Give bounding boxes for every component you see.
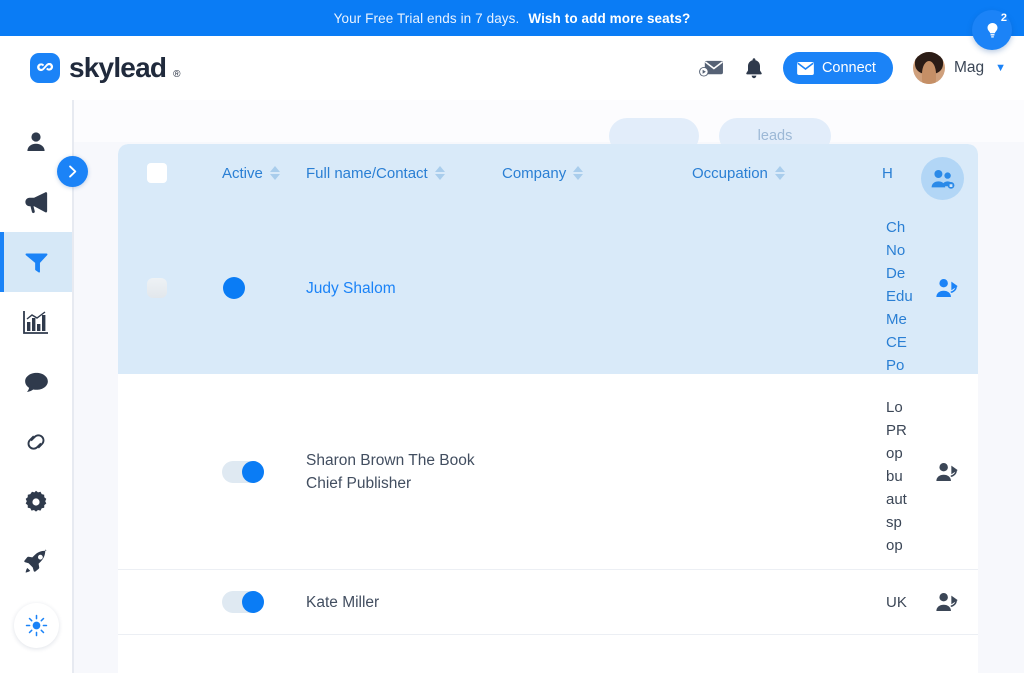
bar-chart-icon bbox=[22, 309, 50, 335]
row-checkbox[interactable] bbox=[147, 278, 167, 298]
sidebar-item-settings[interactable] bbox=[0, 472, 72, 532]
brand-logo[interactable]: skylead ® bbox=[30, 53, 181, 83]
active-toggle[interactable] bbox=[222, 591, 264, 613]
paperclip-icon bbox=[22, 429, 50, 455]
sort-arrows-icon[interactable] bbox=[775, 166, 785, 180]
leads-table: Active Full name/Contact Company bbox=[118, 144, 978, 673]
lightbulb-icon bbox=[983, 21, 1002, 40]
table-row[interactable]: Kate Miller UK bbox=[118, 570, 978, 635]
sidebar-item-links[interactable] bbox=[0, 412, 72, 472]
bell-icon[interactable] bbox=[741, 55, 767, 81]
sort-arrows-icon[interactable] bbox=[573, 166, 583, 180]
header-actions: Connect Mag ▼ bbox=[699, 52, 1006, 84]
tips-badge-count: 2 bbox=[1001, 13, 1007, 24]
rocket-icon bbox=[22, 549, 50, 575]
megaphone-icon bbox=[22, 189, 51, 215]
column-header-active[interactable]: Active bbox=[196, 165, 306, 182]
brightness-toggle-button[interactable] bbox=[14, 603, 59, 648]
add-lead-button[interactable] bbox=[934, 275, 960, 301]
active-toggle[interactable] bbox=[222, 277, 246, 299]
main-content: leads Active Full name/Contact bbox=[74, 100, 1024, 673]
connect-button-label: Connect bbox=[822, 60, 876, 76]
user-name: Mag bbox=[954, 59, 984, 77]
column-header-occupation[interactable]: Occupation bbox=[692, 165, 882, 182]
sidebar-item-inbox[interactable] bbox=[0, 352, 72, 412]
column-label-name: Full name/Contact bbox=[306, 165, 428, 182]
user-menu[interactable]: Mag ▼ bbox=[913, 52, 1006, 84]
select-all-checkbox[interactable] bbox=[147, 163, 167, 183]
trial-banner-text: Your Free Trial ends in 7 days. bbox=[334, 11, 520, 26]
headline-text: ChNoDeEduMeCEPo bbox=[886, 216, 928, 377]
headline-text: LoPRopbuautspop bbox=[886, 396, 928, 557]
brand-name: skylead bbox=[69, 54, 166, 82]
table-row[interactable]: Sharon Brown The BookChief Publisher LoP… bbox=[118, 374, 978, 570]
people-group-icon bbox=[930, 167, 956, 191]
person-add-icon bbox=[935, 591, 960, 613]
sidebar-item-filters[interactable] bbox=[0, 232, 72, 292]
column-label-headline: H bbox=[882, 165, 893, 182]
gear-icon bbox=[23, 489, 49, 515]
person-add-icon bbox=[935, 461, 960, 483]
column-header-company[interactable]: Company bbox=[502, 165, 692, 182]
tips-bubble-button[interactable]: 2 bbox=[972, 10, 1012, 50]
lead-name: Kate Miller bbox=[306, 594, 379, 611]
add-seats-link[interactable]: Wish to add more seats? bbox=[528, 11, 690, 26]
person-add-icon bbox=[935, 277, 960, 299]
lead-name: Sharon Brown The BookChief Publisher bbox=[306, 452, 475, 492]
filter-chips-row: leads bbox=[74, 100, 1024, 142]
top-header: skylead ® bbox=[0, 36, 1024, 100]
lead-name-link[interactable]: Judy Shalom bbox=[306, 280, 396, 297]
headline-text: UK bbox=[886, 591, 928, 614]
column-header-name[interactable]: Full name/Contact bbox=[306, 165, 502, 182]
skylead-app: Your Free Trial ends in 7 days. Wish to … bbox=[0, 0, 1024, 673]
chevron-down-icon: ▼ bbox=[995, 62, 1006, 74]
chevron-right-icon bbox=[65, 164, 80, 179]
sort-arrows-icon[interactable] bbox=[435, 166, 445, 180]
column-label-company: Company bbox=[502, 165, 566, 182]
trial-banner: Your Free Trial ends in 7 days. Wish to … bbox=[0, 0, 1024, 36]
chat-bubble-icon bbox=[23, 370, 50, 395]
add-lead-button[interactable] bbox=[934, 459, 960, 485]
select-all-cell bbox=[118, 163, 196, 183]
brand-registered-mark: ® bbox=[173, 69, 180, 80]
sidebar-item-reports[interactable] bbox=[0, 292, 72, 352]
avatar bbox=[913, 52, 945, 84]
sort-arrows-icon[interactable] bbox=[270, 166, 280, 180]
table-header-row: Active Full name/Contact Company bbox=[118, 144, 978, 202]
add-lead-button[interactable] bbox=[934, 589, 960, 615]
sidebar-item-boost[interactable] bbox=[0, 532, 72, 592]
funnel-icon bbox=[24, 249, 49, 275]
people-group-button[interactable] bbox=[921, 157, 964, 200]
connect-button[interactable]: Connect bbox=[783, 52, 893, 84]
sun-icon bbox=[25, 614, 48, 637]
active-toggle[interactable] bbox=[222, 461, 264, 483]
person-icon bbox=[23, 129, 49, 155]
table-row[interactable]: Judy Shalom ChNoDeEduMeCEPo bbox=[118, 202, 978, 374]
sidebar-expand-button[interactable] bbox=[57, 156, 88, 187]
column-label-active: Active bbox=[222, 165, 263, 182]
envelope-icon bbox=[797, 62, 814, 75]
mail-video-icon[interactable] bbox=[699, 55, 725, 81]
skylead-logo-icon bbox=[30, 53, 60, 83]
left-sidebar bbox=[0, 100, 72, 673]
column-label-occupation: Occupation bbox=[692, 165, 768, 182]
